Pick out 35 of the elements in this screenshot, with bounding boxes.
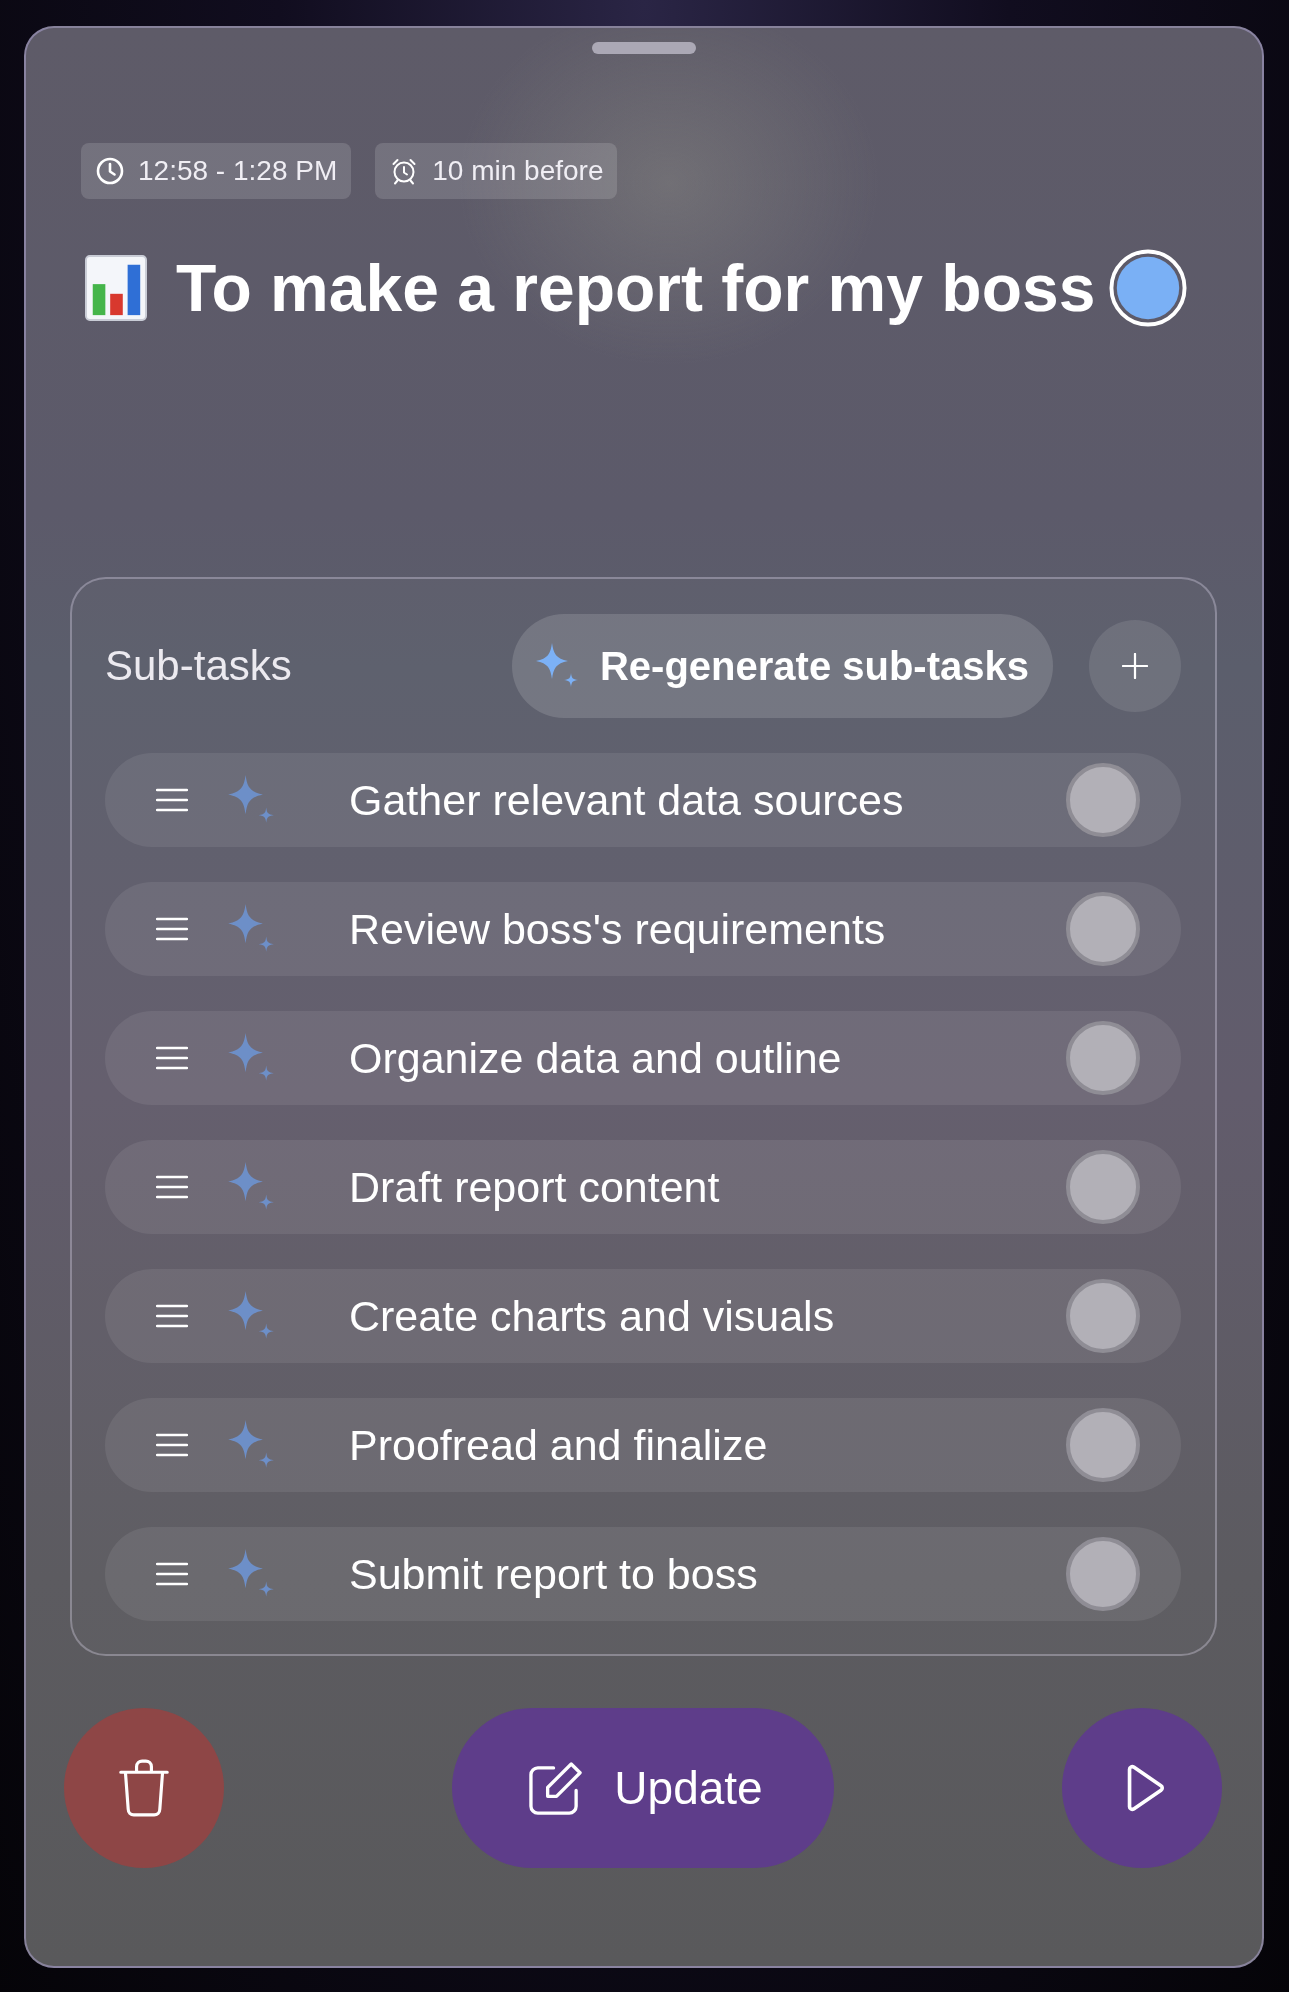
regenerate-button[interactable]: Re-generate sub-tasks <box>511 614 1053 718</box>
subtask-label: Create charts and visuals <box>349 1291 836 1341</box>
reminder-chip[interactable]: 10 min before <box>375 143 618 199</box>
subtask-label: Organize data and outline <box>349 1033 843 1083</box>
subtask-row[interactable]: Review boss's requirements <box>105 882 1181 976</box>
drag-handle-icon[interactable] <box>156 1562 188 1586</box>
subtask-row[interactable]: Organize data and outline <box>105 1011 1181 1105</box>
drag-handle-icon[interactable] <box>156 1433 188 1457</box>
subtask-label: Gather relevant data sources <box>349 775 905 825</box>
time-chip[interactable]: 12:58 - 1:28 PM <box>81 143 352 199</box>
subtask-row[interactable]: Create charts and visuals <box>105 1269 1181 1363</box>
subtasks-heading: Sub-tasks <box>105 642 292 690</box>
subtask-label: Review boss's requirements <box>349 904 887 954</box>
subtask-label: Proofread and finalize <box>349 1420 769 1470</box>
subtask-label: Submit report to boss <box>349 1549 759 1599</box>
bar-chart-icon <box>85 255 147 321</box>
plus-icon <box>1122 653 1148 679</box>
drag-handle-icon[interactable] <box>156 1175 188 1199</box>
drag-handle-icon[interactable] <box>156 788 188 812</box>
drag-handle-icon[interactable] <box>156 1046 188 1070</box>
subtask-row[interactable]: Gather relevant data sources <box>105 753 1181 847</box>
color-dot-icon[interactable] <box>1109 249 1188 327</box>
subtask-row[interactable]: Submit report to boss <box>105 1527 1181 1621</box>
edit-icon <box>528 1760 584 1816</box>
update-button[interactable]: Update <box>452 1708 834 1868</box>
drag-handle[interactable] <box>591 42 696 54</box>
drag-handle-icon[interactable] <box>156 917 188 941</box>
task-title: To make a report for my boss <box>176 250 1096 326</box>
drag-handle-icon[interactable] <box>156 1304 188 1328</box>
subtask-label: Draft report content <box>349 1162 721 1212</box>
trash-icon <box>118 1759 170 1817</box>
play-icon <box>1125 1764 1165 1812</box>
subtask-row[interactable]: Draft report content <box>105 1140 1181 1234</box>
clock-icon <box>96 157 124 185</box>
subtask-row[interactable]: Proofread and finalize <box>105 1398 1181 1492</box>
